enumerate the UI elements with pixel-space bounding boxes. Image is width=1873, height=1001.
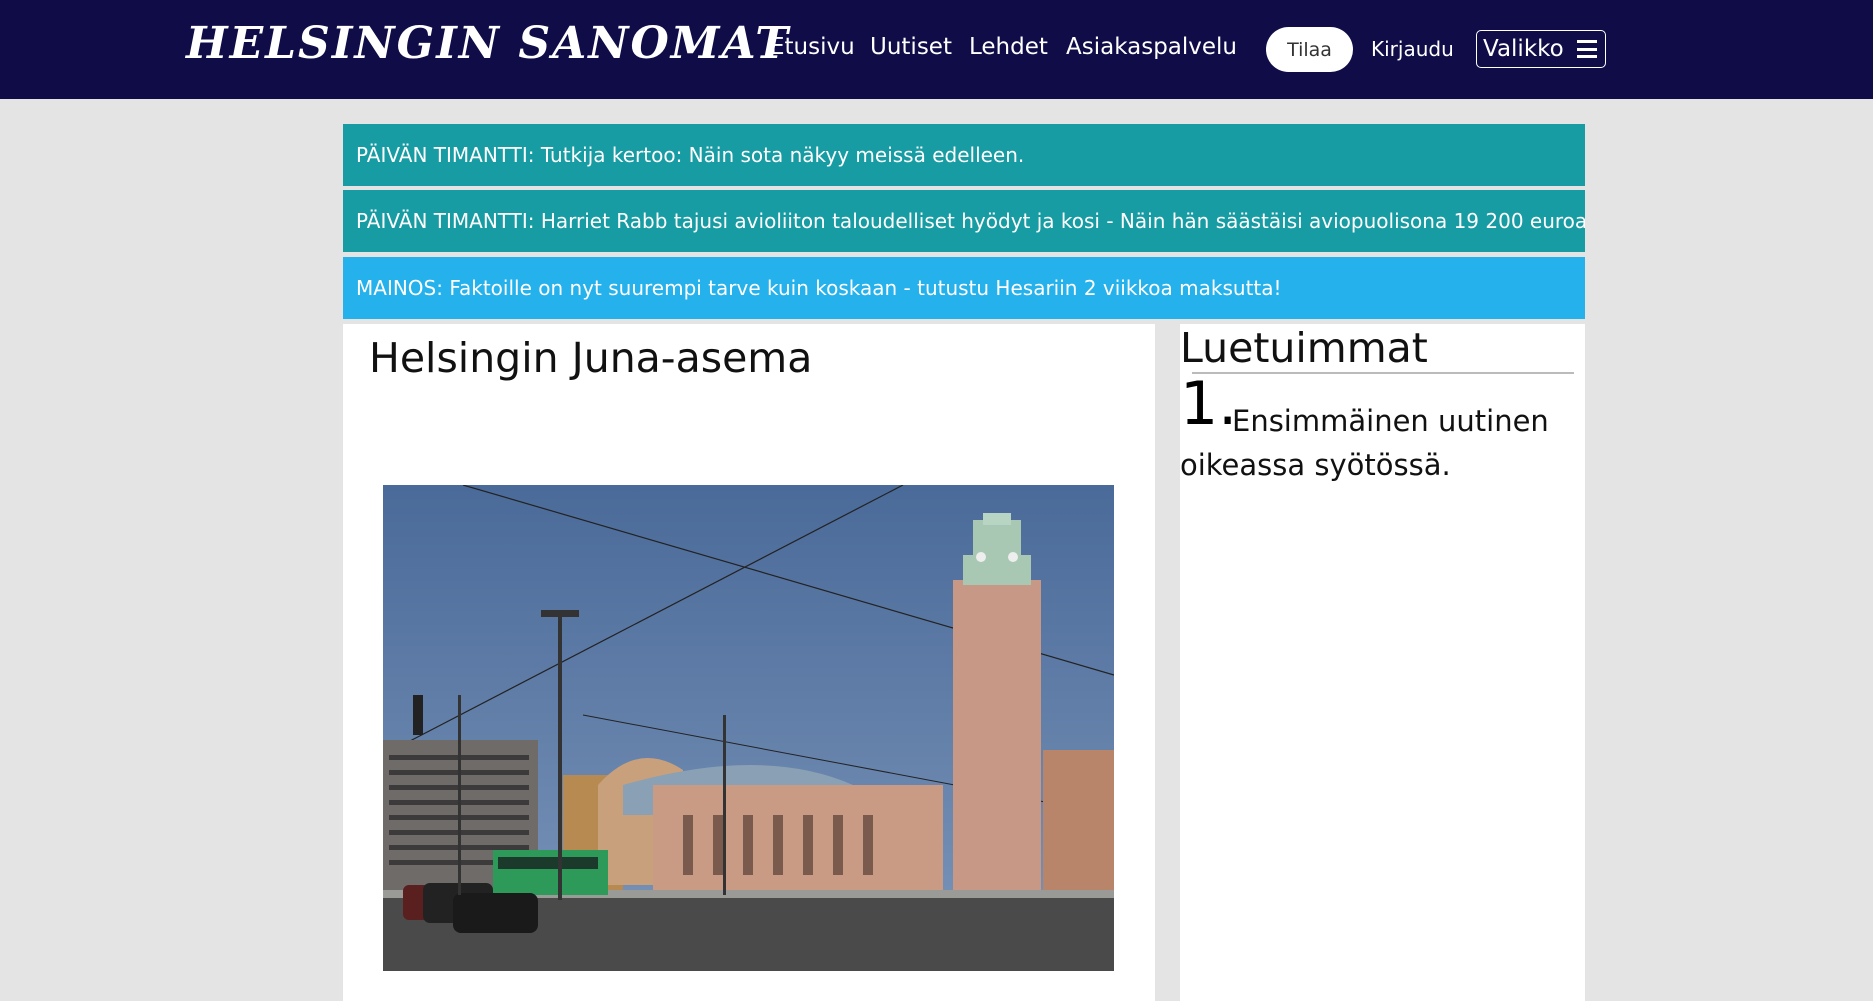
hamburger-icon (1577, 40, 1597, 58)
most-read-panel: Luetuimmat 1. Ensimmäinen uutinen oikeas… (1180, 324, 1585, 1001)
article-image[interactable] (383, 485, 1114, 971)
banner-ad[interactable]: MAINOS: Faktoille on nyt suurempi tarve … (343, 257, 1585, 319)
article-panel: Helsingin Juna-asema (343, 324, 1155, 1001)
site-logo[interactable]: HELSINGIN SANOMAT (186, 18, 790, 69)
menu-button-label: Valikko (1483, 36, 1564, 62)
nav-link-uutiset[interactable]: Uutiset (870, 34, 952, 60)
nav-link-lehdet[interactable]: Lehdet (969, 34, 1048, 60)
railway-station-photo (383, 485, 1114, 971)
banner-diamond-1[interactable]: PÄIVÄN TIMANTTI: Tutkija kertoo: Näin so… (343, 124, 1585, 186)
nav-link-etusivu[interactable]: Etusivu (770, 34, 855, 60)
divider (1192, 372, 1574, 374)
article-title[interactable]: Helsingin Juna-asema (369, 334, 812, 382)
most-read-item[interactable]: Ensimmäinen uutinen oikeassa syötössä. (1180, 399, 1585, 487)
nav-link-asiakaspalvelu[interactable]: Asiakaspalvelu (1066, 34, 1237, 60)
most-read-title: Luetuimmat (1180, 324, 1428, 372)
banner-diamond-2[interactable]: PÄIVÄN TIMANTTI: Harriet Rabb tajusi avi… (343, 190, 1585, 252)
site-header: HELSINGIN SANOMAT Etusivu Uutiset Lehdet… (0, 0, 1873, 99)
login-link[interactable]: Kirjaudu (1371, 37, 1454, 61)
menu-button[interactable]: Valikko (1476, 30, 1606, 68)
subscribe-button[interactable]: Tilaa (1266, 27, 1353, 72)
